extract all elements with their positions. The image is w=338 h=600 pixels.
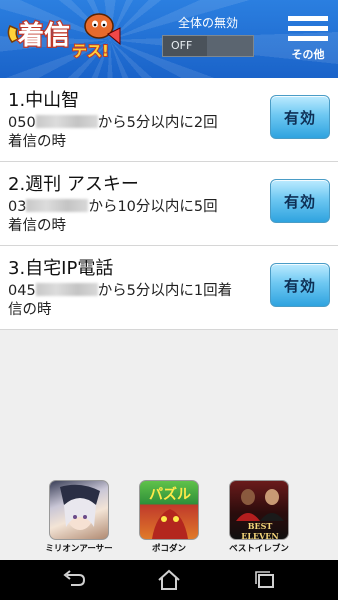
best-eleven-app-icon: BEST ELEVEN	[229, 480, 289, 540]
phone-prefix: 03	[8, 199, 27, 215]
app-label: ポコダン	[151, 544, 186, 554]
home-icon[interactable]	[154, 568, 184, 592]
rule-detail: 03 から10分以内に5回 着信の時	[8, 198, 263, 236]
system-nav-bar	[0, 560, 338, 600]
phone-prefix: 050	[8, 115, 36, 131]
masked-number	[35, 115, 98, 128]
toggle-value: OFF	[171, 39, 193, 52]
rule-title: 2.週刊 アスキー	[8, 174, 139, 195]
app-icon-text: BEST ELEVEN	[241, 521, 279, 540]
back-icon[interactable]	[58, 568, 88, 592]
logo-text-sub: テス!	[72, 42, 109, 60]
rule-list: 1.中山智 050 から5分以内に2回 着信の時 有効 2.週刊 アスキー 03 か…	[0, 78, 338, 330]
logo-text-main: 着信	[17, 20, 70, 51]
masked-number	[35, 283, 98, 296]
rule-title: 3.自宅IP電話	[8, 258, 114, 279]
recent-apps-icon[interactable]	[250, 568, 280, 592]
app-link-pokodan[interactable]: パズル ポコダン	[134, 480, 204, 554]
logo-graphic: 着信 テス!	[7, 13, 121, 61]
rule-detail: 045 から5分以内に1回着 信の時	[8, 282, 263, 320]
rule-condition-tail: 信の時	[8, 302, 52, 318]
app-header: 着信 テス! 全体の無効 OFF その他	[0, 0, 338, 78]
rule-title: 1.中山智	[8, 90, 80, 111]
rule-condition: から5分以内に2回	[97, 115, 218, 131]
rule-detail: 050 から5分以内に2回 着信の時	[8, 114, 263, 152]
menu-label: その他	[291, 48, 325, 61]
app-label: ミリオンアーサー	[45, 544, 113, 554]
other-menu-button[interactable]: その他	[282, 10, 334, 70]
app-promo-bar: ミリオンアーサー パズル ポコダン BEST ELEVEN ベストイレブン	[0, 478, 338, 560]
rule-condition: から10分以内に5回	[88, 199, 218, 215]
hamburger-icon	[288, 16, 328, 46]
rule-item[interactable]: 1.中山智 050 から5分以内に2回 着信の時 有効	[0, 78, 338, 162]
rule-condition-tail: 着信の時	[8, 218, 66, 234]
rule-condition: から5分以内に1回着	[97, 283, 233, 299]
masked-number	[26, 199, 89, 212]
app-link-best-eleven[interactable]: BEST ELEVEN ベストイレブン	[224, 480, 294, 554]
rule-condition-tail: 着信の時	[8, 134, 66, 150]
app-link-million-arthur[interactable]: ミリオンアーサー	[44, 480, 114, 554]
enable-button[interactable]: 有効	[270, 263, 330, 307]
enable-button[interactable]: 有効	[270, 179, 330, 223]
app-logo: 着信 テス!	[4, 6, 122, 66]
master-disable-label: 全体の無効	[177, 16, 238, 30]
million-arthur-app-icon	[49, 480, 109, 540]
enable-button[interactable]: 有効	[270, 95, 330, 139]
app-label: ベストイレブン	[229, 544, 289, 554]
rule-item[interactable]: 3.自宅IP電話 045 から5分以内に1回着 信の時 有効	[0, 246, 338, 330]
master-disable-toggle[interactable]: OFF	[162, 35, 254, 57]
phone-prefix: 045	[8, 283, 36, 299]
pokodan-app-icon: パズル	[139, 480, 199, 540]
rule-item[interactable]: 2.週刊 アスキー 03 から10分以内に5回 着信の時 有効	[0, 162, 338, 246]
